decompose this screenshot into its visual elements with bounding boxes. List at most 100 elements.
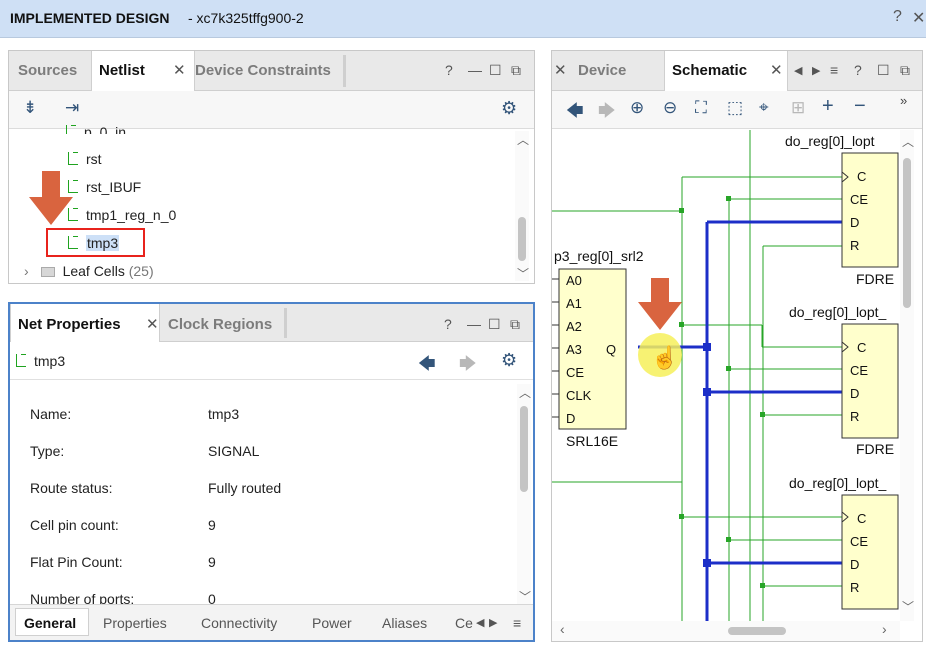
more-icon[interactable]: » [900, 93, 907, 108]
crosshair-icon[interactable]: ⌖ [759, 98, 769, 118]
svg-text:A3: A3 [566, 342, 582, 357]
schematic-vscrollbar[interactable]: ︿ ﹀ [900, 130, 914, 621]
back-arrow-icon[interactable]: 🡄 [566, 98, 584, 127]
tab-ce[interactable]: Ce [455, 615, 473, 631]
tab-scroll-right-icon[interactable]: ▶ [489, 616, 497, 629]
help-icon[interactable]: ? [445, 62, 453, 78]
property-value: SIGNAL [208, 443, 260, 459]
pointer-arrow-icon [29, 171, 73, 225]
svg-text:R: R [850, 238, 859, 253]
tab-aliases[interactable]: Aliases [382, 615, 427, 631]
help-icon[interactable]: ? [893, 8, 902, 26]
float-icon[interactable]: ⧉ [510, 316, 520, 333]
tab-close-icon[interactable]: ✕ [146, 315, 159, 333]
tab-scroll-left-icon[interactable]: ◀ [476, 616, 484, 629]
property-label: Name: [30, 406, 72, 422]
tree-item-net[interactable]: rst_IBUF [68, 179, 141, 195]
netlist-scrollbar[interactable]: ︿ ﹀ [515, 131, 529, 281]
svg-text:Q: Q [606, 342, 616, 357]
pointer-arrow-icon [638, 278, 682, 330]
tab-close-icon[interactable]: ✕ [173, 61, 186, 79]
forward-arrow-icon[interactable]: 🡆 [459, 351, 477, 380]
tab-sources[interactable]: Sources [18, 62, 77, 79]
properties-scrollbar[interactable]: ︿ ﹀ [517, 384, 531, 604]
properties-list: Name: tmp3 Type: SIGNAL Route status: Fu… [10, 380, 517, 606]
fdre-cell-title: do_reg[0]_lopt_ [789, 475, 887, 491]
chevron-right-icon[interactable]: › [24, 263, 29, 279]
zoom-in-icon[interactable]: ⊕ [630, 98, 644, 118]
property-label: Cell pin count: [30, 517, 119, 533]
svg-text:R: R [850, 409, 859, 424]
tree-item-tmp3[interactable]: tmp3 [68, 235, 120, 251]
property-label: Flat Pin Count: [30, 554, 123, 570]
tab-device-constraints[interactable]: Device Constraints [195, 62, 331, 79]
tab-general[interactable]: General [24, 615, 76, 631]
add-icon[interactable]: + [822, 95, 834, 118]
tab-netlist[interactable]: Netlist [99, 62, 145, 79]
schematic-canvas[interactable]: p3_reg[0]_srl2 A0 A1 A2 A3 CE CLK D Q SR… [552, 130, 922, 623]
svg-text:D: D [850, 386, 859, 401]
forward-arrow-icon[interactable]: 🡆 [598, 98, 616, 127]
minimize-icon[interactable]: — [468, 62, 482, 78]
minimize-icon[interactable]: — [467, 316, 481, 332]
svg-text:R: R [850, 580, 859, 595]
schematic-tabbar: ✕ Device Schematic ✕ ◀ ▶ ≡ ? ☐ ⧉ [552, 51, 922, 91]
help-icon[interactable]: ? [444, 316, 452, 332]
property-value: Fully routed [208, 480, 282, 496]
gear-icon[interactable]: ⚙ [501, 98, 517, 119]
tab-schematic[interactable]: Schematic [672, 62, 747, 79]
cell-icon[interactable]: ⊞ [791, 98, 805, 118]
signal-icon [68, 236, 78, 249]
svg-text:A0: A0 [566, 273, 582, 288]
fdre-cell-title: do_reg[0]_lopt [785, 133, 875, 149]
schematic-panel: ✕ Device Schematic ✕ ◀ ▶ ≡ ? ☐ ⧉ 🡄 🡆 ⊕ ⊖… [551, 50, 923, 642]
property-value: tmp3 [208, 406, 240, 422]
netlist-panel: Sources Netlist ✕ Device Constraints ? —… [8, 50, 535, 284]
window-subtitle: - xc7k325tffg900-2 [188, 10, 304, 26]
select-area-icon[interactable]: ⬚ [727, 98, 743, 118]
tab-device[interactable]: Device [578, 62, 626, 79]
svg-text:C: C [857, 511, 866, 526]
tree-item-net[interactable]: rst [68, 151, 102, 167]
gear-icon[interactable]: ⚙ [501, 350, 517, 371]
zoom-fit-icon[interactable]: ⛶ [695, 98, 707, 118]
zoom-out-icon[interactable]: ⊖ [663, 98, 677, 118]
property-label: Route status: [30, 480, 113, 496]
tab-menu-icon[interactable]: ≡ [830, 62, 838, 78]
tab-clock-regions[interactable]: Clock Regions [168, 316, 272, 333]
svg-text:A1: A1 [566, 296, 582, 311]
tree-item-net[interactable]: p_0_in [66, 124, 126, 134]
float-icon[interactable]: ⧉ [511, 62, 521, 79]
properties-tabbar: Net Properties ✕ Clock Regions ? — ☐ ⧉ [10, 304, 533, 342]
svg-text:D: D [850, 215, 859, 230]
window-title: IMPLEMENTED DESIGN [10, 10, 170, 26]
signal-icon [16, 354, 26, 367]
tree-item-net[interactable]: tmp1_reg_n_0 [68, 207, 176, 223]
help-icon[interactable]: ? [854, 62, 862, 78]
remove-icon[interactable]: − [854, 95, 866, 118]
schematic-hscrollbar[interactable]: ‹ › [552, 621, 900, 641]
tab-close-icon[interactable]: ✕ [770, 61, 783, 79]
collapse-all-icon[interactable]: ⇟ [23, 98, 37, 118]
svg-text:A2: A2 [566, 319, 582, 334]
folder-icon [40, 267, 55, 277]
back-arrow-icon[interactable]: 🡄 [418, 351, 436, 380]
maximize-icon[interactable]: ☐ [488, 316, 501, 333]
close-icon[interactable]: ✕ [912, 8, 925, 28]
tab-power[interactable]: Power [312, 615, 352, 631]
signal-icon [68, 152, 78, 165]
hierarchy-icon[interactable]: ⇥ [65, 98, 79, 118]
maximize-icon[interactable]: ☐ [877, 62, 890, 79]
svg-text:CLK: CLK [566, 388, 592, 403]
maximize-icon[interactable]: ☐ [489, 62, 502, 79]
tab-close-icon[interactable]: ✕ [554, 61, 567, 79]
tab-connectivity[interactable]: Connectivity [201, 615, 277, 631]
tab-net-properties[interactable]: Net Properties [18, 316, 121, 333]
tree-item-leaf-cells[interactable]: › Leaf Cells (25) [24, 263, 154, 279]
tab-scroll-right-icon[interactable]: ▶ [812, 64, 820, 77]
float-icon[interactable]: ⧉ [900, 62, 910, 79]
property-label: Type: [30, 443, 65, 459]
tab-menu-icon[interactable]: ≡ [513, 615, 521, 631]
tab-properties[interactable]: Properties [103, 615, 167, 631]
tab-scroll-left-icon[interactable]: ◀ [794, 64, 802, 77]
